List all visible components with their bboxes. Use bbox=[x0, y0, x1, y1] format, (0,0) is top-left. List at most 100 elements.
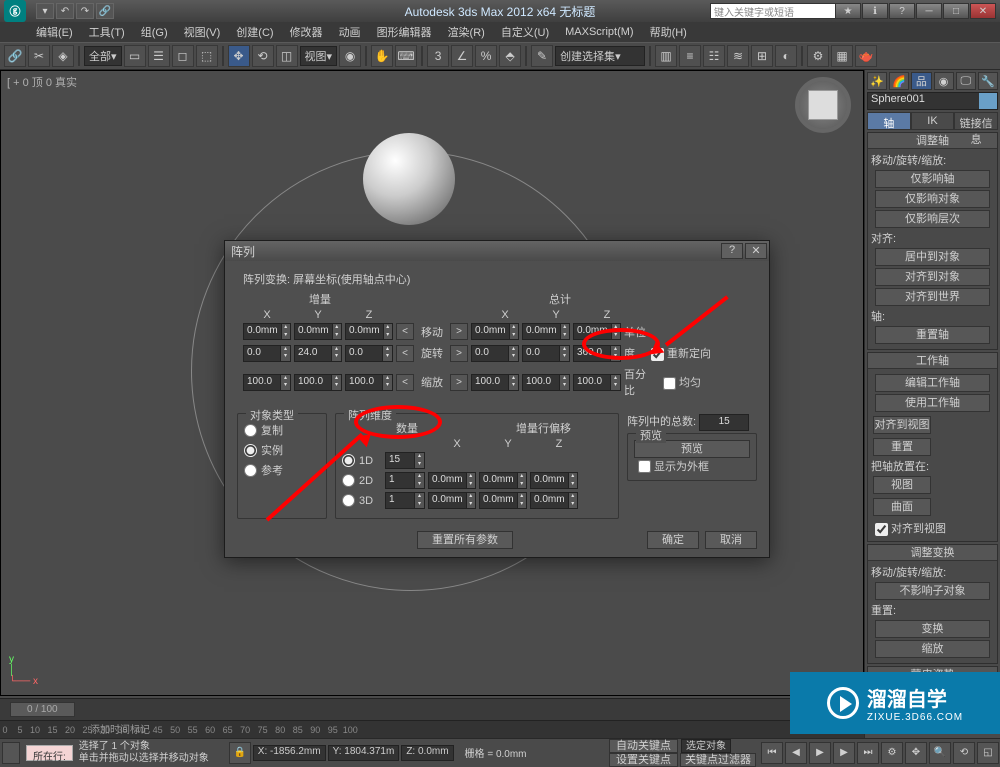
select-name-icon[interactable]: ☰ bbox=[148, 45, 170, 67]
play-prev-icon[interactable]: ◀ bbox=[785, 742, 807, 764]
undo-button[interactable]: ↶ bbox=[56, 3, 74, 19]
place-surface-button[interactable]: 曲面 bbox=[873, 498, 931, 516]
named-selset-dropdown[interactable]: 创建选择集 ▾ bbox=[555, 46, 645, 66]
dialog-titlebar[interactable]: 阵列 ?✕ bbox=[225, 241, 769, 261]
play-icon[interactable]: ▶ bbox=[809, 742, 831, 764]
place-view-button[interactable]: 视图 bbox=[873, 476, 931, 494]
menu-group[interactable]: 组(G) bbox=[135, 22, 174, 42]
viewport-label[interactable]: [ + 0 顶 0 真实 bbox=[7, 74, 77, 90]
center-to-object-button[interactable]: 居中到对象 bbox=[875, 248, 990, 266]
keyfilters-button[interactable]: 关键点过滤器 bbox=[680, 753, 756, 767]
object-color-swatch[interactable] bbox=[979, 93, 997, 109]
redo-button[interactable]: ↷ bbox=[76, 3, 94, 19]
scl-inc-z[interactable]: 100.0▴▾ bbox=[345, 374, 393, 391]
reset-pivot-button[interactable]: 重置轴 bbox=[875, 326, 990, 344]
menu-tools[interactable]: 工具(T) bbox=[83, 22, 131, 42]
scl-right-icon[interactable]: > bbox=[450, 374, 468, 391]
manip-icon[interactable]: ✋ bbox=[371, 45, 393, 67]
nav-zoom-icon[interactable]: 🔍 bbox=[929, 742, 951, 764]
mini-listener-icon[interactable] bbox=[2, 742, 20, 764]
subtab-ik[interactable]: IK bbox=[911, 112, 955, 130]
edit-working-pivot-button[interactable]: 编辑工作轴 bbox=[875, 374, 990, 392]
maximize-button[interactable]: □ bbox=[943, 3, 969, 19]
rot-right-icon[interactable]: > bbox=[450, 345, 468, 362]
window-cross-icon[interactable]: ⬚ bbox=[196, 45, 218, 67]
scale-icon[interactable]: ◫ bbox=[276, 45, 298, 67]
rot-tot-z[interactable]: 360.0▴▾ bbox=[573, 345, 621, 362]
reset-all-button[interactable]: 重置所有参数 bbox=[417, 531, 513, 549]
curve-editor-icon[interactable]: ≋ bbox=[727, 45, 749, 67]
move-tot-y[interactable]: 0.0mm▴▾ bbox=[522, 323, 570, 340]
rotate-icon[interactable]: ⟲ bbox=[252, 45, 274, 67]
scl-left-icon[interactable]: < bbox=[396, 374, 414, 391]
addtag-label[interactable]: 添加时间标记 bbox=[90, 721, 150, 736]
move-tot-z[interactable]: 0.0mm▴▾ bbox=[573, 323, 621, 340]
search-input[interactable]: 键入关键字或短语 bbox=[710, 3, 850, 19]
setkey-button[interactable]: 设置关键点 bbox=[609, 753, 678, 767]
snap-icon[interactable]: 3 bbox=[427, 45, 449, 67]
align-to-world-button[interactable]: 对齐到世界 bbox=[875, 288, 990, 306]
signin-icon[interactable]: ℹ bbox=[862, 3, 888, 19]
select-object-icon[interactable]: ▭ bbox=[124, 45, 146, 67]
scl-inc-y[interactable]: 100.0▴▾ bbox=[294, 374, 342, 391]
bind-icon[interactable]: ◈ bbox=[52, 45, 74, 67]
tab-motion-icon[interactable]: ◉ bbox=[934, 72, 954, 90]
dim-2d-x[interactable]: 0.0mm▴▾ bbox=[428, 472, 476, 489]
subtab-link[interactable]: 链接信息 bbox=[954, 112, 998, 130]
menu-render[interactable]: 渲染(R) bbox=[442, 22, 491, 42]
reset-transform-button[interactable]: 变换 bbox=[875, 620, 990, 638]
align-to-object-button[interactable]: 对齐到对象 bbox=[875, 268, 990, 286]
rot-inc-x[interactable]: 0.0▴▾ bbox=[243, 345, 291, 362]
rot-tot-y[interactable]: 0.0▴▾ bbox=[522, 345, 570, 362]
menu-graph[interactable]: 图形编辑器 bbox=[371, 22, 438, 42]
keyset-dropdown[interactable]: 选定对象 bbox=[681, 739, 731, 753]
rot-inc-y[interactable]: 24.0▴▾ bbox=[294, 345, 342, 362]
scl-inc-x[interactable]: 100.0▴▾ bbox=[243, 374, 291, 391]
nav-pan-icon[interactable]: ✥ bbox=[905, 742, 927, 764]
layers-icon[interactable]: ☷ bbox=[703, 45, 725, 67]
move-left-icon[interactable]: < bbox=[396, 323, 414, 340]
dim-2d-z[interactable]: 0.0mm▴▾ bbox=[530, 472, 578, 489]
reorient-cb[interactable] bbox=[651, 348, 664, 361]
affect-pivot-button[interactable]: 仅影响轴 bbox=[875, 170, 990, 188]
timeconfig-icon[interactable]: ⚙ bbox=[881, 742, 903, 764]
align-to-view-cb[interactable] bbox=[875, 523, 888, 536]
scl-tot-y[interactable]: 100.0▴▾ bbox=[522, 374, 570, 391]
nav-max-icon[interactable]: ◱ bbox=[977, 742, 999, 764]
angle-snap-icon[interactable]: ∠ bbox=[451, 45, 473, 67]
select-region-icon[interactable]: ◻ bbox=[172, 45, 194, 67]
autokey-button[interactable]: 自动关键点 bbox=[609, 739, 678, 753]
pivot-center-icon[interactable]: ◉ bbox=[339, 45, 361, 67]
time-slider[interactable]: 0 / 100 bbox=[0, 698, 864, 720]
link-button[interactable]: 🔗 bbox=[96, 3, 114, 19]
move-inc-y[interactable]: 0.0mm▴▾ bbox=[294, 323, 342, 340]
cancel-button[interactable]: 取消 bbox=[705, 531, 757, 549]
reset-scale-button[interactable]: 缩放 bbox=[875, 640, 990, 658]
refcoord-dropdown[interactable]: 视图 ▾ bbox=[300, 46, 338, 66]
track-label[interactable]: 所在行: bbox=[26, 745, 73, 761]
mirror-icon[interactable]: ▥ bbox=[655, 45, 677, 67]
percent-snap-icon[interactable]: % bbox=[475, 45, 497, 67]
dim-2d-radio[interactable] bbox=[342, 474, 355, 487]
play-end-icon[interactable]: ⏭ bbox=[857, 742, 879, 764]
reset-wp-button[interactable]: 重置 bbox=[873, 438, 931, 456]
move-inc-z[interactable]: 0.0mm▴▾ bbox=[345, 323, 393, 340]
menu-modifiers[interactable]: 修改器 bbox=[284, 22, 329, 42]
uniform-cb[interactable] bbox=[663, 377, 676, 390]
display-wireframe-cb[interactable] bbox=[638, 460, 651, 473]
affect-hierarchy-button[interactable]: 仅影响层次 bbox=[875, 210, 990, 228]
tab-modify-icon[interactable]: 🌈 bbox=[889, 72, 909, 90]
dont-affect-children-button[interactable]: 不影响子对象 bbox=[875, 582, 990, 600]
subtab-pivot[interactable]: 轴 bbox=[867, 112, 911, 130]
use-working-pivot-button[interactable]: 使用工作轴 bbox=[875, 394, 990, 412]
menu-maxscript[interactable]: MAXScript(M) bbox=[559, 24, 639, 40]
rot-inc-z[interactable]: 0.0▴▾ bbox=[345, 345, 393, 362]
play-start-icon[interactable]: ⏮ bbox=[761, 742, 783, 764]
dim-2d-count[interactable]: 1▴▾ bbox=[385, 472, 425, 489]
copy-radio[interactable] bbox=[244, 424, 257, 437]
dim-1d-count[interactable]: 15▴▾ bbox=[385, 452, 425, 469]
menu-animation[interactable]: 动画 bbox=[333, 22, 367, 42]
selection-filter-dropdown[interactable]: 全部 ▾ bbox=[84, 46, 122, 66]
tab-display-icon[interactable]: 🖵 bbox=[956, 72, 976, 90]
schematic-icon[interactable]: ⊞ bbox=[751, 45, 773, 67]
